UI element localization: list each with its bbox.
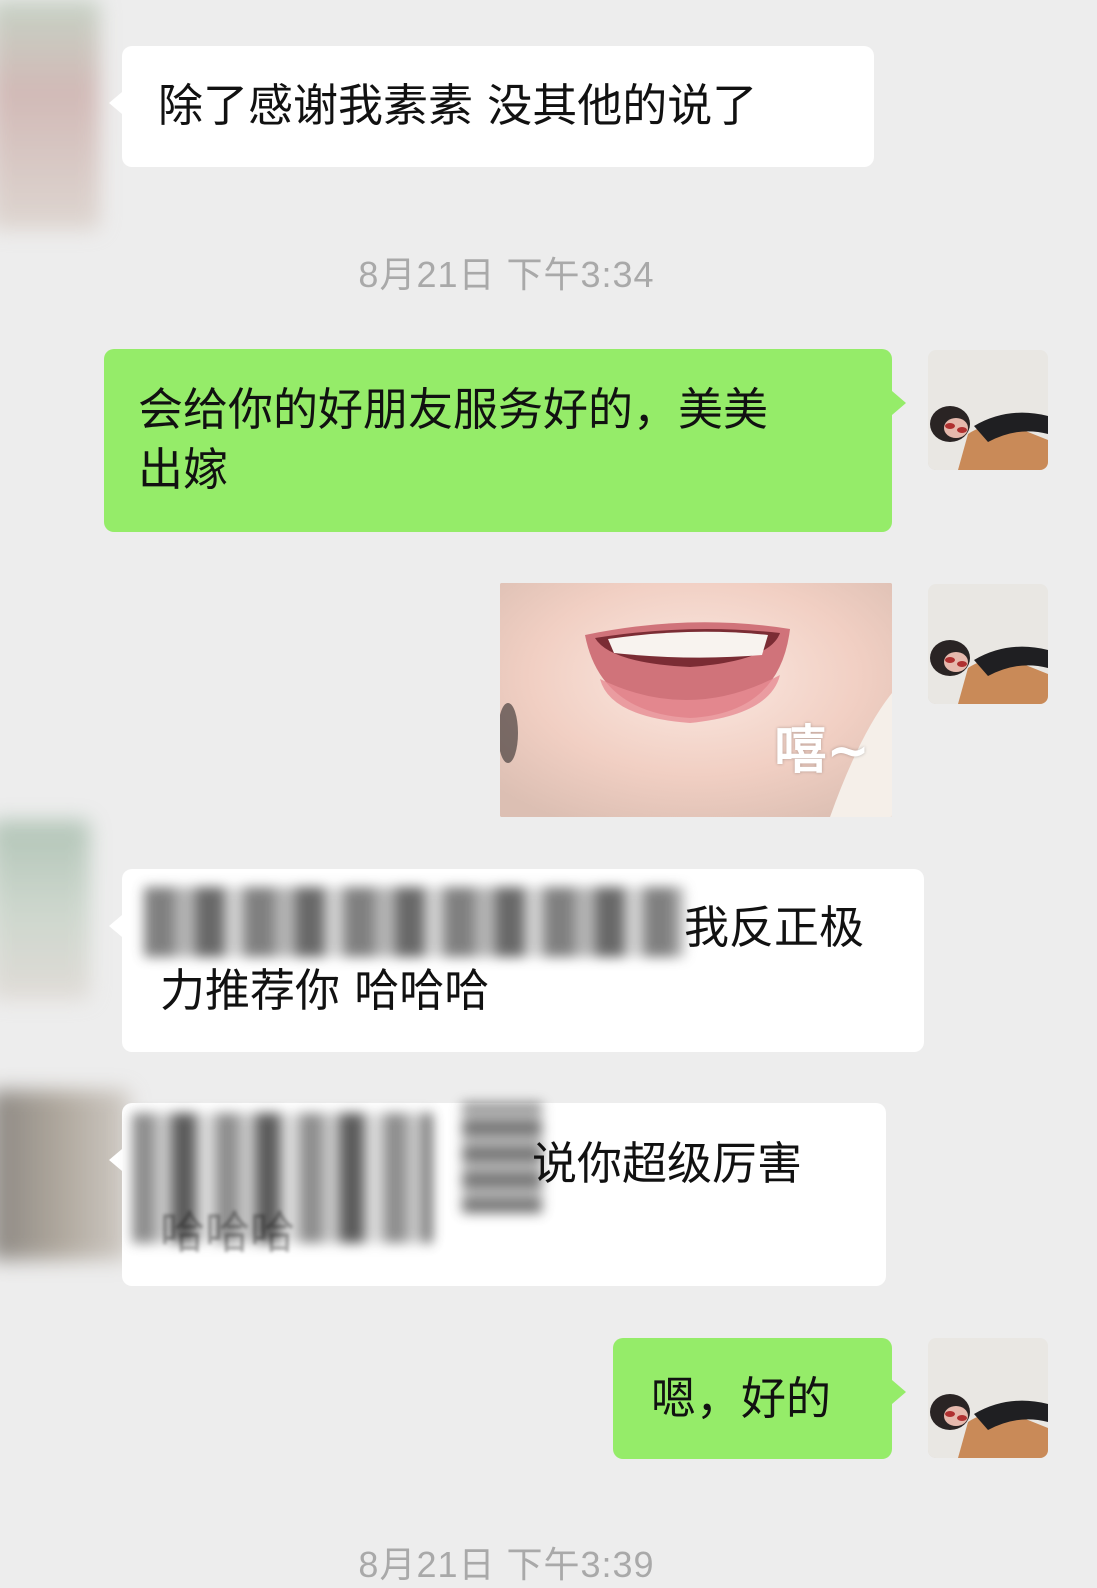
contact-avatar[interactable] xyxy=(0,820,90,1000)
message-text: 除了感谢我素素 没其他的说了 xyxy=(158,79,758,132)
incoming-message-bubble[interactable]: 说你超级厉害 哈哈哈 xyxy=(109,1103,886,1286)
self-avatar[interactable] xyxy=(928,350,1048,470)
sticker-image[interactable]: 嘻~ xyxy=(500,583,892,817)
chat-window: 除了感谢我素素 没其他的说了 8月21日 下午3:34 会给你的好朋友服务好的，… xyxy=(0,0,1097,1585)
avatar-person-lying-icon xyxy=(928,1338,1048,1458)
avatar-person-lying-icon xyxy=(928,584,1048,704)
avatar-person-lying-icon xyxy=(928,350,1048,470)
message-text: 说你超级厉害 xyxy=(532,1137,803,1190)
message-text: 哈哈哈 xyxy=(160,1206,296,1259)
outgoing-message-bubble[interactable]: 会给你的好朋友服务好的，美美 出嫁 xyxy=(104,349,906,532)
message-text: 力推荐你 哈哈哈 xyxy=(160,964,490,1017)
message-text: 嗯，好的 xyxy=(651,1372,832,1425)
message-timestamp: 8月21日 下午3:34 xyxy=(358,254,655,295)
sticker-caption: 嘻~ xyxy=(774,721,870,781)
message-text: 我反正极 xyxy=(684,901,865,954)
outgoing-message-bubble[interactable]: 嗯，好的 xyxy=(613,1338,906,1459)
incoming-message-bubble[interactable]: 除了感谢我素素 没其他的说了 xyxy=(109,46,874,167)
message-timestamp: 8月21日 下午3:39 xyxy=(358,1544,655,1585)
message-text: 会给你的好朋友服务好的，美美 出嫁 xyxy=(138,383,769,496)
redacted-region xyxy=(462,1103,542,1213)
self-avatar[interactable] xyxy=(928,1338,1048,1458)
redacted-region xyxy=(144,887,684,957)
self-avatar[interactable] xyxy=(928,584,1048,704)
incoming-message-bubble[interactable]: 我反正极 力推荐你 哈哈哈 xyxy=(109,869,924,1052)
contact-avatar[interactable] xyxy=(0,0,100,230)
contact-avatar[interactable] xyxy=(0,1090,130,1260)
